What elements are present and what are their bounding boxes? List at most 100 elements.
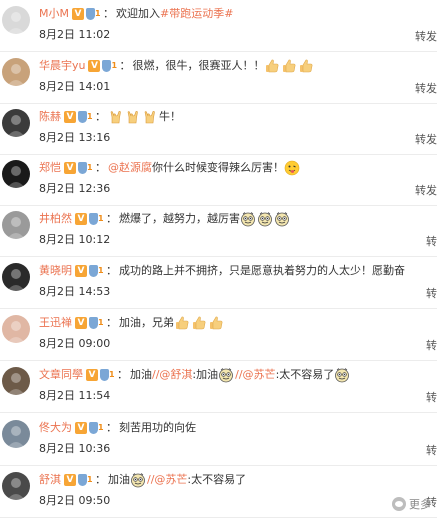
comment-row: M小M V 1：欢迎加入 #带跑运动季# 8月2日 11:02 转发 xyxy=(0,0,437,52)
avatar[interactable] xyxy=(2,160,30,188)
rock-hand-icon xyxy=(125,109,141,125)
rock-hand-icon xyxy=(108,109,124,125)
mention-link[interactable]: @赵源腐 xyxy=(108,160,152,176)
repost-link[interactable]: 转 xyxy=(426,235,437,249)
avatar[interactable] xyxy=(2,6,30,34)
tongue-face-icon xyxy=(284,160,300,176)
repost-link[interactable]: 转 xyxy=(426,391,437,405)
comment-content: 舒淇 V 1：加油 //@苏芒:太不容易了 xyxy=(39,472,246,488)
username-link[interactable]: 佟大为 xyxy=(39,420,72,436)
avatar[interactable] xyxy=(2,263,30,291)
cheer-face-icon xyxy=(257,211,273,227)
cheer-face-icon xyxy=(274,211,290,227)
verified-badge-icon: V xyxy=(88,60,101,72)
comment-text: :加油 xyxy=(192,368,219,381)
avatar[interactable] xyxy=(2,211,30,239)
comment-text: 加油 xyxy=(130,368,152,381)
watermark-logo-icon xyxy=(392,497,406,511)
comment-row: 王迅禅 V 1：加油，兄弟 8月2日 09:00 转 xyxy=(0,309,437,361)
timestamp: 8月2日 10:36 xyxy=(39,442,111,455)
repost-link[interactable]: 转发 xyxy=(415,82,437,96)
comment-content: 文章同學 V 1：加油//@舒淇:加油 //@苏芒:太不容易了 xyxy=(39,367,351,383)
comment-text: 很燃，很牛，很赛亚人！！ xyxy=(132,59,265,72)
repost-link[interactable]: 转发 xyxy=(415,30,437,44)
avatar[interactable] xyxy=(2,58,30,86)
timestamp: 8月2日 13:16 xyxy=(39,131,111,144)
avatar[interactable] xyxy=(2,109,30,137)
comment-text: 牛！ xyxy=(159,110,181,123)
comment-text: :太不容易了 xyxy=(187,473,247,486)
verified-badge-icon: V xyxy=(75,265,87,277)
repost-link[interactable]: 转发 xyxy=(415,184,437,198)
fan-level-badge-icon: 1 xyxy=(85,8,102,20)
colon-separator: ： xyxy=(95,473,106,486)
rock-hand-icon xyxy=(142,109,158,125)
verified-badge-icon: V xyxy=(86,369,98,381)
comment-list: M小M V 1：欢迎加入 #带跑运动季# 8月2日 11:02 转发 华晨宇yu V 1：很燃，… xyxy=(0,0,437,518)
mention-link[interactable]: //@舒淇 xyxy=(152,367,192,383)
repost-link[interactable]: 转 xyxy=(426,339,437,353)
username-link[interactable]: M小M xyxy=(39,6,69,22)
cheer-face-icon xyxy=(218,367,234,383)
mention-link[interactable]: //@苏芒 xyxy=(147,472,187,488)
fan-level-badge-icon: 1 xyxy=(78,474,94,486)
username-link[interactable]: 华晨宇yu xyxy=(39,58,85,74)
comment-content: 黄晓明 V 1：成功的路上并不拥挤，只是愿意执着努力的人太少！愿勤奋 xyxy=(39,263,405,279)
fan-level-badge-icon: 1 xyxy=(78,111,94,123)
thumbs-up-icon xyxy=(281,58,297,74)
colon-separator: ： xyxy=(95,161,106,174)
thumbs-up-icon xyxy=(208,315,224,331)
username-link[interactable]: 文章同學 xyxy=(39,367,83,383)
verified-badge-icon: V xyxy=(75,213,87,225)
username-link[interactable]: 舒淇 xyxy=(39,472,61,488)
thumbs-up-icon xyxy=(174,315,190,331)
timestamp: 8月2日 09:00 xyxy=(39,337,111,350)
timestamp: 8月2日 10:12 xyxy=(39,233,111,246)
timestamp: 8月2日 12:36 xyxy=(39,182,111,195)
cheer-face-icon xyxy=(334,367,350,383)
fan-level-badge-icon: 1 xyxy=(89,213,105,225)
fan-level-badge-icon: 1 xyxy=(78,162,94,174)
colon-separator: ： xyxy=(102,7,114,20)
username-link[interactable]: 郑恺 xyxy=(39,160,61,176)
colon-separator: ： xyxy=(106,212,117,225)
comment-content: 王迅禅 V 1：加油，兄弟 xyxy=(39,315,225,331)
comment-content: 陈赫 V 1： 牛！ xyxy=(39,109,181,125)
avatar[interactable] xyxy=(2,472,30,500)
comment-row: 华晨宇yu V 1：很燃，很牛，很赛亚人！！ 8月2日 14:01 转发 xyxy=(0,52,437,104)
avatar[interactable] xyxy=(2,420,30,448)
mention-link[interactable]: //@苏芒 xyxy=(235,367,275,383)
avatar[interactable] xyxy=(2,367,30,395)
verified-badge-icon: V xyxy=(75,317,87,329)
comment-text: :太不容易了 xyxy=(275,368,335,381)
comment-row: 文章同學 V 1：加油//@舒淇:加油 //@苏芒:太不容易了 8月2日 11:54 转 xyxy=(0,361,437,413)
comment-text: 加油 xyxy=(108,473,130,486)
timestamp: 8月2日 14:01 xyxy=(39,80,111,93)
comment-text: 你什么时候变得辣么厉害！ xyxy=(152,161,284,174)
username-link[interactable]: 王迅禅 xyxy=(39,315,72,331)
thumbs-up-icon xyxy=(191,315,207,331)
repost-link[interactable]: 转 xyxy=(426,287,437,301)
repost-link[interactable]: 转 xyxy=(426,444,437,458)
avatar[interactable] xyxy=(2,315,30,343)
comment-text: 燃爆了，越努力，越厉害 xyxy=(119,212,240,225)
verified-badge-icon: V xyxy=(64,474,76,486)
repost-link[interactable]: 转发 xyxy=(415,133,437,147)
topic-tag-link[interactable]: #带跑运动季# xyxy=(160,6,233,22)
fan-level-badge-icon: 1 xyxy=(102,60,118,72)
username-link[interactable]: 陈赫 xyxy=(39,109,61,125)
username-link[interactable]: 井柏然 xyxy=(39,211,72,227)
comment-text: 刻苦用功的向佐 xyxy=(119,421,196,434)
watermark-label: 更多 xyxy=(409,498,431,511)
timestamp: 8月2日 09:50 xyxy=(39,494,111,507)
thumbs-up-icon xyxy=(264,58,280,74)
username-link[interactable]: 黄晓明 xyxy=(39,263,72,279)
colon-separator: ： xyxy=(95,110,106,123)
verified-badge-icon: V xyxy=(71,8,84,20)
comment-row: 佟大为 V 1：刻苦用功的向佐 8月2日 10:36 转 xyxy=(0,414,437,466)
comment-text: 加油，兄弟 xyxy=(119,316,174,329)
colon-separator: ： xyxy=(117,368,128,381)
comment-content: 井柏然 V 1：燃爆了，越努力，越厉害 xyxy=(39,211,291,227)
cheer-face-icon xyxy=(240,211,256,227)
fan-level-badge-icon: 1 xyxy=(100,369,116,381)
